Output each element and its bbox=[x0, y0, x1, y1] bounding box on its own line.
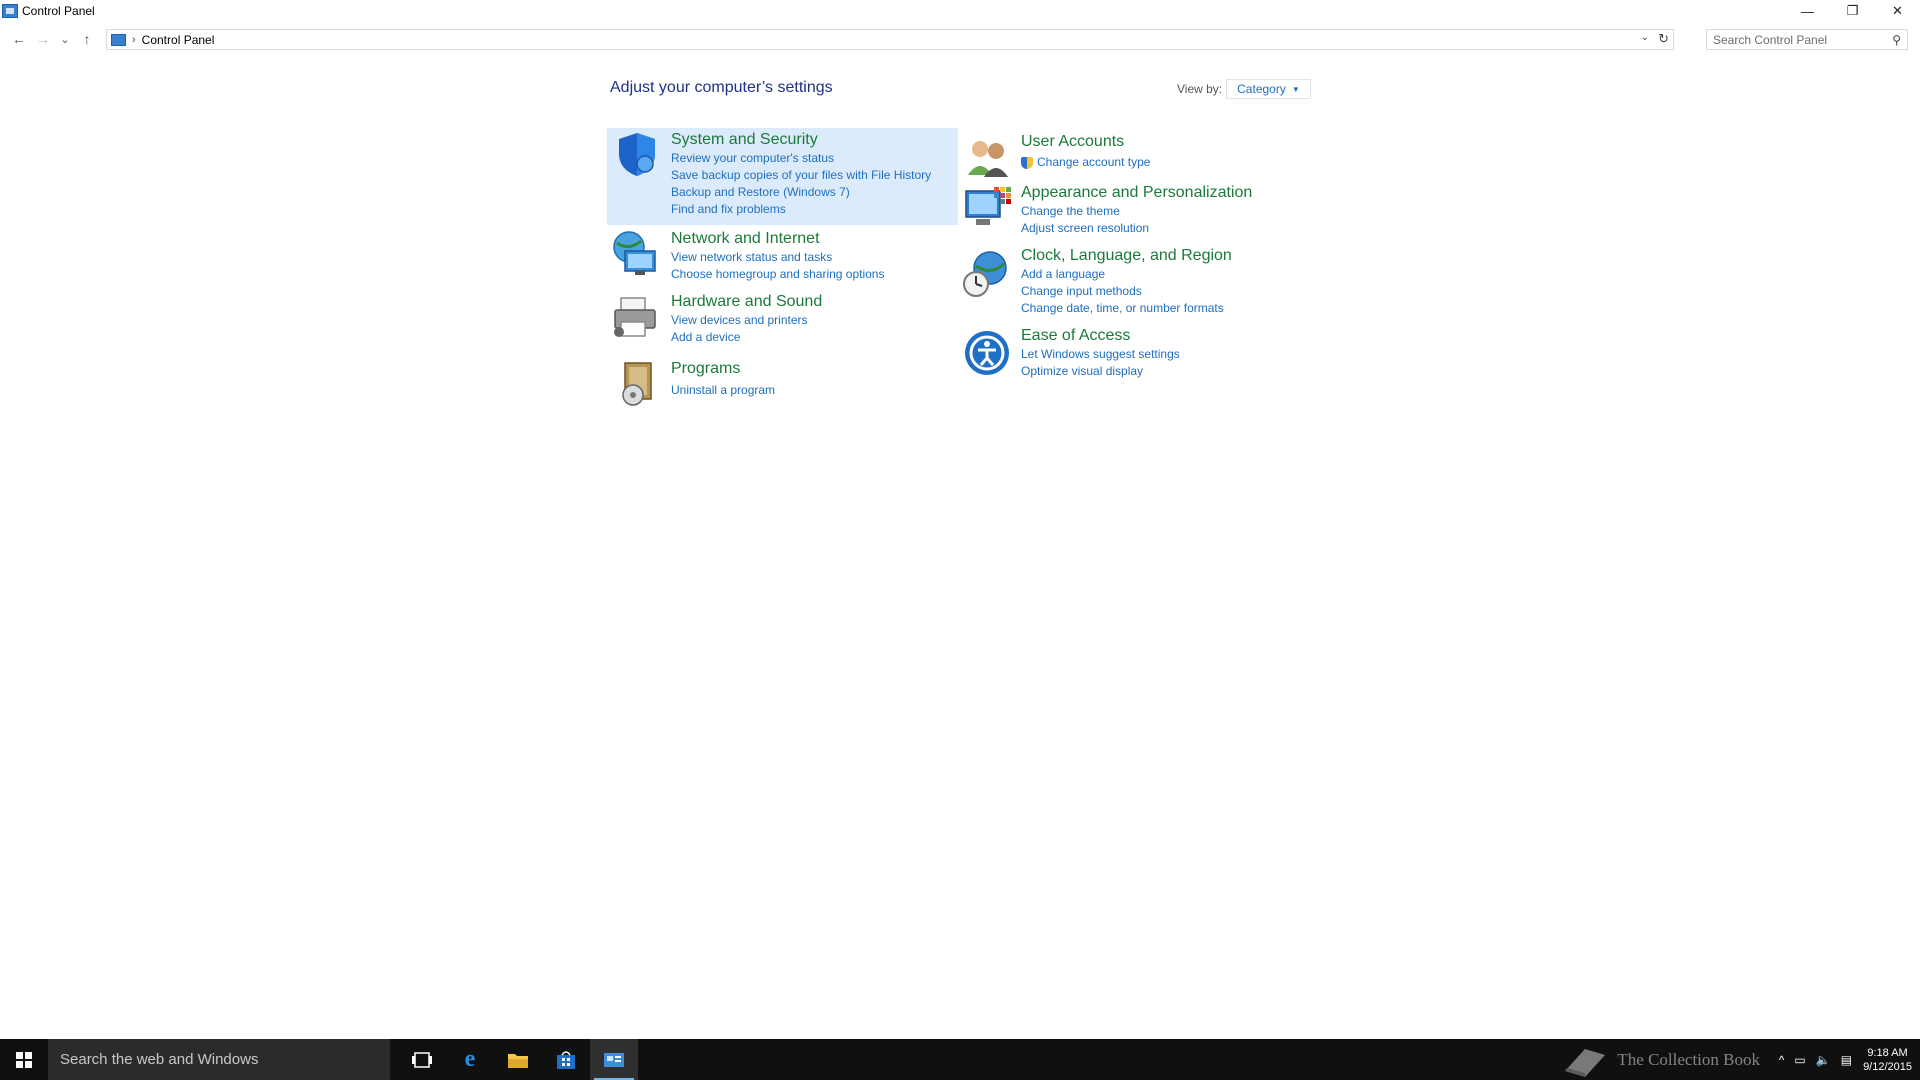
window-title: Control Panel bbox=[22, 4, 95, 18]
category-appearance-and-personalization[interactable]: Appearance and Personalization Change th… bbox=[962, 183, 1302, 239]
restore-button[interactable]: ❐ bbox=[1830, 0, 1875, 22]
system-tray: ^ ▭ 🔈 ▤ 9:18 AM 9/12/2015 bbox=[1774, 1039, 1920, 1080]
category-title[interactable]: Programs bbox=[671, 359, 775, 379]
link-homegroup-sharing[interactable]: Choose homegroup and sharing options bbox=[671, 266, 884, 283]
category-clock-language-region[interactable]: Clock, Language, and Region Add a langua… bbox=[962, 246, 1302, 316]
link-uninstall-program[interactable]: Uninstall a program bbox=[671, 382, 775, 399]
link-review-status[interactable]: Review your computer's status bbox=[671, 150, 931, 167]
address-bar[interactable]: › Control Panel ⌄ ↻ bbox=[106, 29, 1674, 50]
view-by-value: Category bbox=[1237, 82, 1286, 96]
view-by: View by: Category ▼ bbox=[1177, 79, 1311, 99]
ease-of-access-icon bbox=[965, 331, 1009, 375]
taskbar-file-explorer[interactable] bbox=[494, 1039, 542, 1080]
page-title: Adjust your computer’s settings bbox=[610, 79, 833, 96]
link-backup-restore[interactable]: Backup and Restore (Windows 7) bbox=[671, 184, 931, 201]
link-file-history[interactable]: Save backup copies of your files with Fi… bbox=[671, 167, 931, 184]
forward-button[interactable]: → bbox=[31, 27, 55, 51]
category-system-and-security[interactable]: System and Security Review your computer… bbox=[607, 128, 958, 225]
window-controls: — ❐ ✕ bbox=[1785, 0, 1920, 22]
link-devices-printers[interactable]: View devices and printers bbox=[671, 312, 822, 329]
category-title[interactable]: System and Security bbox=[671, 130, 931, 150]
breadcrumb-control-panel[interactable]: Control Panel bbox=[142, 33, 215, 47]
navigation-bar: ← → ⌄ ↑ › Control Panel ⌄ ↻ ⚲ bbox=[0, 27, 1920, 51]
category-title[interactable]: Hardware and Sound bbox=[671, 292, 822, 312]
link-screen-resolution[interactable]: Adjust screen resolution bbox=[1021, 220, 1252, 237]
task-view-icon bbox=[412, 1051, 432, 1068]
taskbar-control-panel[interactable] bbox=[590, 1039, 638, 1080]
watermark: The Collection Book bbox=[1561, 1043, 1760, 1077]
link-input-methods[interactable]: Change input methods bbox=[1021, 283, 1232, 300]
users-icon bbox=[968, 141, 1008, 177]
search-input[interactable] bbox=[1713, 32, 1883, 47]
chevron-down-icon[interactable]: ⌄ bbox=[1641, 32, 1649, 43]
folder-icon bbox=[508, 1053, 528, 1068]
category-hardware-and-sound[interactable]: Hardware and Sound View devices and prin… bbox=[607, 292, 958, 346]
watermark-text: The Collection Book bbox=[1617, 1050, 1760, 1069]
category-title[interactable]: User Accounts bbox=[1021, 132, 1150, 152]
link-change-theme[interactable]: Change the theme bbox=[1021, 203, 1252, 220]
link-date-time-formats[interactable]: Change date, time, or number formats bbox=[1021, 300, 1232, 317]
taskbar-store[interactable] bbox=[542, 1039, 590, 1080]
link-network-status[interactable]: View network status and tasks bbox=[671, 249, 884, 266]
view-by-dropdown[interactable]: Category ▼ bbox=[1226, 79, 1311, 99]
link-windows-suggest[interactable]: Let Windows suggest settings bbox=[1021, 346, 1180, 363]
up-button[interactable]: ↑ bbox=[75, 27, 99, 51]
shield-icon bbox=[619, 133, 655, 176]
start-button[interactable] bbox=[0, 1039, 48, 1080]
clock-globe-icon bbox=[963, 251, 1007, 297]
link-add-language[interactable]: Add a language bbox=[1021, 266, 1232, 283]
clock-date: 9/12/2015 bbox=[1863, 1060, 1912, 1073]
task-view-button[interactable] bbox=[398, 1039, 446, 1080]
taskbar-search[interactable]: Search the web and Windows bbox=[48, 1039, 390, 1080]
category-title[interactable]: Network and Internet bbox=[671, 229, 884, 249]
category-ease-of-access[interactable]: Ease of Access Let Windows suggest setti… bbox=[962, 326, 1302, 382]
network-icon[interactable]: ▭ bbox=[1794, 1053, 1805, 1067]
back-button[interactable]: ← bbox=[7, 27, 31, 51]
link-change-account-type[interactable]: Change account type bbox=[1021, 154, 1150, 171]
view-by-label: View by: bbox=[1177, 82, 1223, 96]
refresh-icon[interactable]: ↻ bbox=[1658, 31, 1669, 47]
search-icon[interactable]: ⚲ bbox=[1892, 33, 1901, 47]
windows-logo-icon bbox=[16, 1051, 32, 1068]
link-add-device[interactable]: Add a device bbox=[671, 329, 822, 346]
control-panel-icon bbox=[604, 1052, 624, 1067]
minimize-button[interactable]: — bbox=[1785, 0, 1830, 22]
search-box[interactable]: ⚲ bbox=[1706, 29, 1908, 50]
title-bar: Control Panel — ❐ ✕ bbox=[0, 0, 1920, 22]
monitor-palette-icon bbox=[965, 187, 1011, 225]
control-panel-icon bbox=[2, 4, 18, 18]
control-panel-icon bbox=[111, 33, 126, 46]
action-center-icon[interactable]: ▤ bbox=[1841, 1053, 1852, 1067]
printer-icon bbox=[614, 297, 656, 337]
volume-icon[interactable]: 🔈 bbox=[1816, 1053, 1831, 1067]
taskbar: Search the web and Windows e ^ ▭ 🔈 ▤ 9:1… bbox=[0, 1039, 1920, 1080]
category-title[interactable]: Clock, Language, and Region bbox=[1021, 246, 1232, 266]
category-network-and-internet[interactable]: Network and Internet View network status… bbox=[607, 229, 958, 283]
category-title[interactable]: Ease of Access bbox=[1021, 326, 1180, 346]
taskbar-clock[interactable]: 9:18 AM 9/12/2015 bbox=[1863, 1046, 1912, 1074]
store-icon bbox=[557, 1050, 575, 1069]
programs-disc-icon bbox=[622, 362, 652, 406]
edge-icon: e bbox=[464, 1046, 476, 1072]
category-title[interactable]: Appearance and Personalization bbox=[1021, 183, 1252, 203]
book-icon bbox=[1565, 1049, 1606, 1077]
link-optimize-display[interactable]: Optimize visual display bbox=[1021, 363, 1180, 380]
chevron-up-icon[interactable]: ^ bbox=[1779, 1053, 1785, 1067]
network-globe-icon bbox=[613, 231, 656, 275]
caret-down-icon: ▼ bbox=[1291, 84, 1300, 94]
close-button[interactable]: ✕ bbox=[1875, 0, 1920, 22]
category-user-accounts[interactable]: User Accounts Change account type bbox=[962, 132, 1302, 178]
clock-time: 9:18 AM bbox=[1867, 1046, 1908, 1059]
taskbar-edge[interactable]: e bbox=[446, 1039, 494, 1080]
category-programs[interactable]: Programs Uninstall a program bbox=[607, 359, 958, 409]
recent-locations-button[interactable]: ⌄ bbox=[55, 27, 75, 51]
link-find-fix-problems[interactable]: Find and fix problems bbox=[671, 201, 931, 218]
chevron-right-icon[interactable]: › bbox=[132, 34, 136, 46]
